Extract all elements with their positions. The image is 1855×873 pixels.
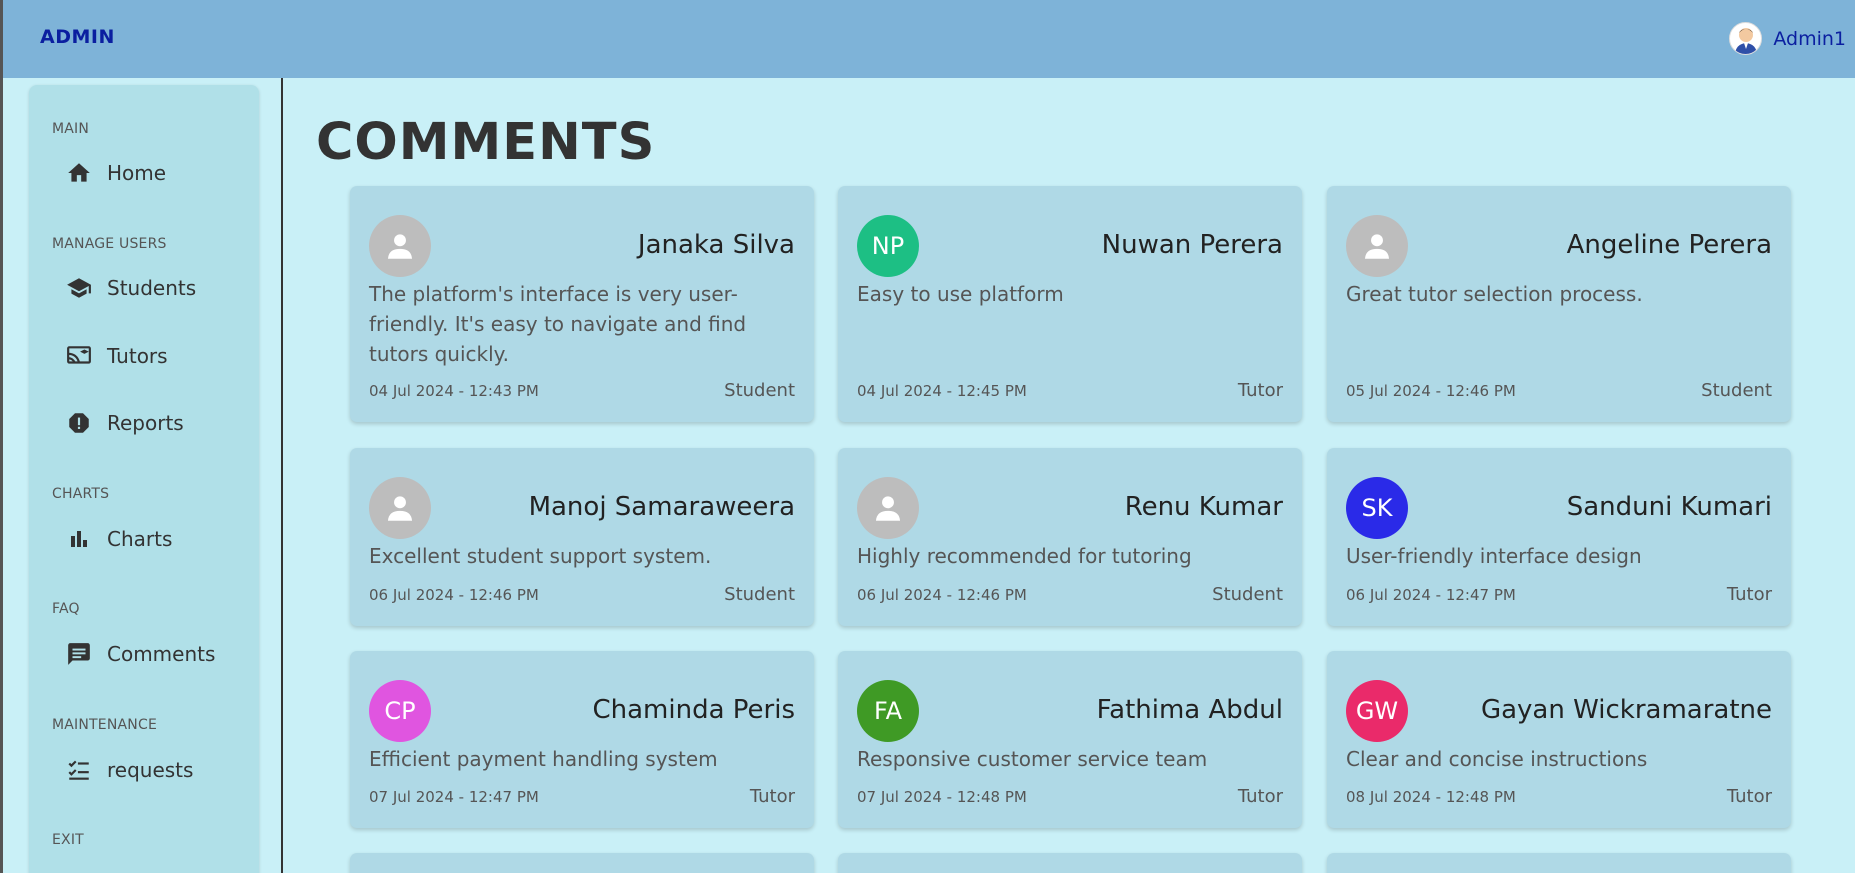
sidebar-item-comments[interactable]: Comments (65, 634, 245, 674)
default-avatar-icon (1346, 215, 1408, 277)
user-name[interactable]: Admin1 (1773, 28, 1846, 50)
comment-text: Highly recommended for tutoring (857, 544, 1192, 568)
comment-date: 06 Jul 2024 - 12:46 PM (369, 586, 539, 604)
comment-card[interactable]: Renu Kumar Highly recommended for tutorin… (838, 448, 1302, 626)
brand-logo[interactable]: ADMIN (40, 26, 115, 48)
commenter-role: Student (724, 584, 795, 605)
comment-card[interactable]: GW Gayan Wickramaratne Clear and concise i… (1327, 651, 1791, 828)
comment-text: The platform's interface is very user-fr… (369, 282, 747, 366)
commenter-role: Student (1212, 584, 1283, 605)
commenter-name: Renu Kumar (1124, 492, 1283, 522)
comment-text: Great tutor selection process. (1346, 282, 1643, 306)
sidebar-item-charts[interactable]: Charts (65, 519, 245, 559)
sidebar-item-requests[interactable]: requests (65, 750, 245, 790)
comment-card[interactable]: SK Sanduni Kumari User-friendly interface … (1327, 448, 1791, 626)
sidebar-item-reports[interactable]: Reports (65, 403, 245, 443)
comment-card[interactable]: FA Fathima Abdul Responsive customer servi… (838, 651, 1302, 828)
comment-text: Responsive customer service team (857, 747, 1208, 771)
comment-card[interactable]: Manoj Samaraweera Excellent student suppo… (350, 448, 814, 626)
sidebar-item-label: Tutors (107, 344, 168, 368)
avatar-initials: SK (1361, 494, 1393, 522)
default-avatar-icon (369, 215, 431, 277)
section-charts-label: CHARTS (52, 486, 110, 502)
checklist-icon (65, 756, 93, 784)
comment-card[interactable]: Janaka Silva The platform's interface is … (350, 186, 814, 422)
user-initials-avatar: NP (857, 215, 919, 277)
comment-date: 04 Jul 2024 - 12:45 PM (857, 382, 1027, 400)
user-avatar-icon[interactable] (1729, 22, 1763, 55)
comment-text: Efficient payment handling system (369, 747, 718, 771)
default-avatar-icon (857, 477, 919, 539)
comment-icon (65, 640, 93, 668)
user-initials-avatar: SK (1346, 477, 1408, 539)
comment-card-partial[interactable] (350, 853, 814, 873)
tutor-board-icon (65, 342, 93, 370)
commenter-role: Tutor (1237, 380, 1283, 401)
report-alert-icon (65, 409, 93, 437)
sidebar-item-home[interactable]: Home (65, 153, 245, 193)
commenter-name: Angeline Perera (1566, 230, 1772, 260)
commenter-name: Manoj Samaraweera (528, 492, 795, 522)
comment-card[interactable]: NP Nuwan Perera Easy to use platform 04 Jul… (838, 186, 1302, 422)
commenter-role: Tutor (1726, 584, 1772, 605)
graduation-cap-icon (65, 274, 93, 302)
comment-date: 08 Jul 2024 - 12:48 PM (1346, 788, 1516, 806)
comment-text: User-friendly interface design (1346, 544, 1642, 568)
section-main-label: MAIN (52, 121, 90, 137)
comment-date: 06 Jul 2024 - 12:47 PM (1346, 586, 1516, 604)
commenter-role: Student (1701, 380, 1772, 401)
section-maintenance-label: MAINTENANCE (52, 717, 157, 733)
sidebar-item-label: Students (107, 276, 197, 300)
sidebar-item-label: Home (107, 161, 167, 185)
comment-date: 04 Jul 2024 - 12:43 PM (369, 382, 539, 400)
sidebar: MAIN Home MANAGE USERS Students Tutors R… (29, 85, 259, 873)
bar-chart-icon (65, 525, 93, 553)
sidebar-item-label: requests (107, 758, 194, 782)
avatar-initials: GW (1355, 697, 1399, 725)
commenter-name: Janaka Silva (637, 230, 795, 260)
commenter-name: Nuwan Perera (1101, 230, 1283, 260)
comment-date: 05 Jul 2024 - 12:46 PM (1346, 382, 1516, 400)
comment-text: Easy to use platform (857, 282, 1064, 306)
commenter-name: Chaminda Peris (592, 695, 795, 725)
commenter-name: Gayan Wickramaratne (1480, 695, 1772, 725)
comment-date: 07 Jul 2024 - 12:47 PM (369, 788, 539, 806)
user-initials-avatar: GW (1346, 680, 1408, 742)
page-title: COMMENTS (316, 113, 656, 172)
user-menu[interactable]: Admin1 (1729, 22, 1846, 55)
section-faq-label: FAQ (52, 601, 80, 617)
comment-date: 07 Jul 2024 - 12:48 PM (857, 788, 1027, 806)
avatar-initials: CP (384, 697, 416, 725)
avatar-initials: NP (871, 232, 905, 260)
sidebar-item-tutors[interactable]: Tutors (65, 336, 245, 376)
avatar-initials: FA (873, 697, 903, 725)
commenter-name: Fathima Abdul (1096, 695, 1283, 725)
sidebar-item-students[interactable]: Students (65, 268, 245, 308)
sidebar-item-label: Reports (107, 411, 184, 435)
home-icon (65, 159, 93, 187)
comment-card-partial[interactable] (1327, 853, 1791, 873)
sidebar-container: MAIN Home MANAGE USERS Students Tutors R… (0, 78, 283, 873)
user-initials-avatar: FA (857, 680, 919, 742)
sidebar-item-label: Comments (107, 642, 216, 666)
commenter-role: Tutor (1237, 786, 1283, 807)
comment-text: Excellent student support system. (369, 544, 712, 568)
commenter-name: Sanduni Kumari (1566, 492, 1772, 522)
default-avatar-icon (369, 477, 431, 539)
comment-card[interactable]: CP Chaminda Peris Efficient payment handli… (350, 651, 814, 828)
user-initials-avatar: CP (369, 680, 431, 742)
comment-text: Clear and concise instructions (1346, 747, 1648, 771)
comment-card-partial[interactable] (838, 853, 1302, 873)
section-manage-users-label: MANAGE USERS (52, 236, 167, 252)
commenter-role: Student (724, 380, 795, 401)
comment-date: 06 Jul 2024 - 12:46 PM (857, 586, 1027, 604)
comment-card[interactable]: Angeline Perera Great tutor selection pro… (1327, 186, 1791, 422)
top-bar: ADMIN Admin1 (0, 0, 1855, 78)
section-exit-label: EXIT (52, 832, 84, 848)
commenter-role: Tutor (749, 786, 795, 807)
commenter-role: Tutor (1726, 786, 1772, 807)
sidebar-item-label: Charts (107, 527, 173, 551)
